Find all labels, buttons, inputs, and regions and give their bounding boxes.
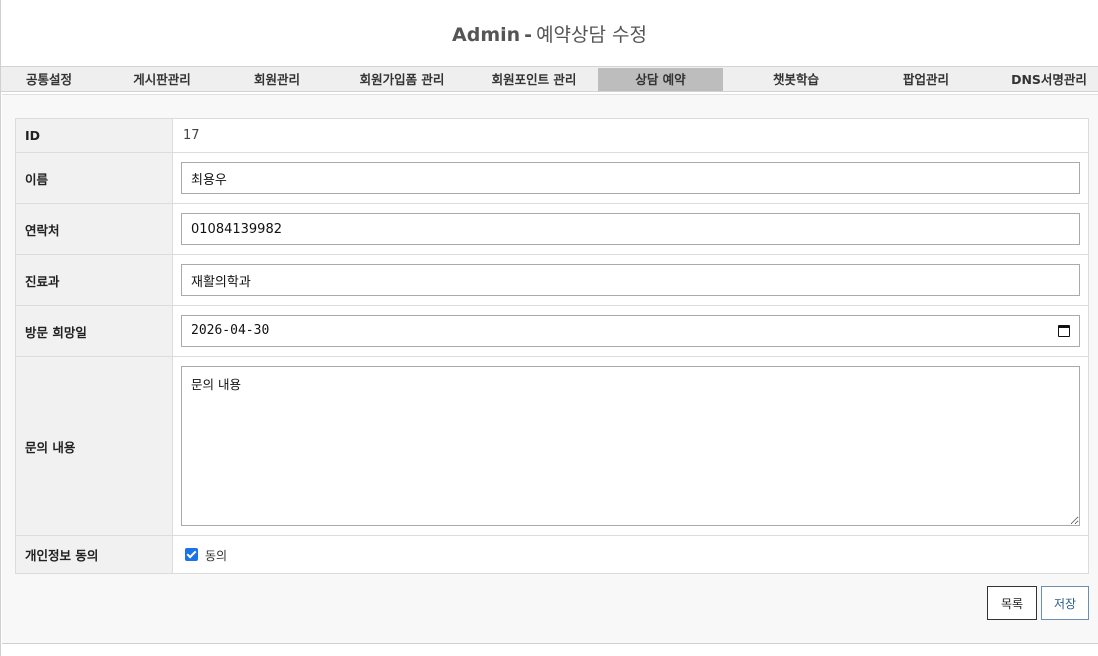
page: Admin - 예약상담 수정 공통설정 게시판관리 회원관리 회원가입폼 관리 회… — [0, 0, 1098, 656]
visit-date-value: 2026-04-30 — [191, 323, 270, 338]
save-button[interactable]: 저장 — [1041, 586, 1089, 620]
privacy-consent: 동의 — [181, 545, 1080, 564]
row-name: 이름 — [15, 152, 1089, 204]
visit-date-label: 방문 희망일 — [15, 305, 173, 357]
nav-item-chatbot-training[interactable]: 챗봇학습 — [736, 68, 856, 91]
nav-item-signup-form[interactable]: 회원가입폼 관리 — [341, 68, 463, 91]
inquiry-label: 문의 내용 — [15, 356, 173, 536]
privacy-label: 개인정보 동의 — [15, 535, 173, 574]
title-separator: - — [524, 23, 533, 46]
calendar-icon[interactable] — [1058, 325, 1070, 337]
nav-item-board-management[interactable]: 게시판관리 — [97, 68, 227, 91]
main-nav: 공통설정 게시판관리 회원관리 회원가입폼 관리 회원포인트 관리 상담 예약 … — [1, 66, 1098, 92]
id-value: 17 — [183, 128, 200, 143]
nav-item-member-points[interactable]: 회원포인트 관리 — [473, 68, 595, 91]
inquiry-textarea[interactable]: 문의 내용 — [181, 366, 1080, 526]
row-inquiry: 문의 내용 문의 내용 — [15, 356, 1089, 536]
phone-label: 연락처 — [15, 203, 173, 255]
row-department: 진료과 — [15, 254, 1089, 306]
privacy-checkbox[interactable] — [185, 548, 198, 561]
row-visit-date: 방문 희망일 2026-04-30 — [15, 305, 1089, 357]
nav-item-consultation-booking[interactable]: 상담 예약 — [598, 68, 723, 91]
row-phone: 연락처 — [15, 203, 1089, 255]
id-label: ID — [15, 118, 173, 153]
department-input[interactable] — [181, 264, 1080, 296]
name-input[interactable] — [181, 162, 1080, 194]
row-id: ID 17 — [15, 118, 1089, 153]
edit-form-table: ID 17 이름 연락처 진료과 방문 희망일 2026-04-30 — [15, 118, 1089, 574]
phone-input[interactable] — [181, 213, 1080, 245]
page-title-text: 예약상담 수정 — [536, 23, 647, 46]
visit-date-input[interactable]: 2026-04-30 — [181, 315, 1080, 347]
list-button[interactable]: 목록 — [987, 586, 1037, 620]
department-label: 진료과 — [15, 254, 173, 306]
nav-item-popup-management[interactable]: 팝업관리 — [871, 68, 981, 91]
nav-item-dns-signature[interactable]: DNS서명관리 — [1001, 68, 1097, 91]
brand-label: Admin — [452, 23, 521, 46]
row-privacy: 개인정보 동의 동의 — [15, 535, 1089, 574]
nav-item-member-management[interactable]: 회원관리 — [227, 68, 327, 91]
header: Admin - 예약상담 수정 — [1, 0, 1098, 66]
nav-item-common-settings[interactable]: 공통설정 — [1, 68, 97, 91]
content-area: ID 17 이름 연락처 진료과 방문 희망일 2026-04-30 — [2, 94, 1098, 644]
page-title: Admin - 예약상담 수정 — [452, 20, 647, 47]
privacy-checkbox-label[interactable]: 동의 — [205, 547, 227, 564]
name-label: 이름 — [15, 152, 173, 204]
